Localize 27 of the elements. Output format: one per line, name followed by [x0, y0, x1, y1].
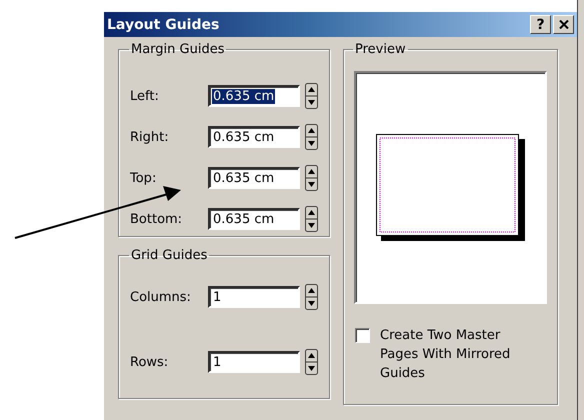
text-field[interactable]: 1 — [208, 351, 300, 373]
field-label: Rows: — [130, 354, 170, 370]
group-title: Margin Guides — [130, 42, 226, 57]
spinner-arrows-icon[interactable] — [305, 165, 318, 191]
spinner-arrows-icon[interactable] — [305, 83, 318, 109]
spinner-arrows-icon[interactable] — [305, 349, 318, 375]
group-title: Grid Guides — [130, 248, 208, 263]
field-label: Bottom: — [130, 212, 184, 226]
help-button[interactable]: ? — [530, 15, 551, 34]
window-title: Layout Guides — [107, 16, 220, 32]
close-button[interactable] — [553, 15, 574, 34]
text-field[interactable]: 0.635 cm — [208, 208, 300, 230]
field-label: Top: — [130, 170, 158, 186]
checkbox-label: Create Two Master Pages With Mirrored Guides — [380, 327, 512, 383]
checkbox[interactable] — [355, 328, 370, 343]
text-field[interactable]: 0.635 cm — [208, 167, 300, 189]
field-label: Columns: — [130, 290, 192, 304]
spinner-arrows-icon[interactable] — [305, 124, 318, 150]
close-icon — [558, 20, 568, 29]
group-title: Preview — [354, 42, 407, 57]
text-field[interactable]: 1 — [208, 286, 300, 308]
text-field[interactable]: 0.635 cm — [208, 85, 300, 107]
field-label: Left: — [130, 88, 160, 104]
spinner-arrows-icon[interactable] — [305, 284, 318, 310]
spinner-arrows-icon[interactable] — [305, 206, 318, 232]
text-field[interactable]: 0.635 cm — [208, 126, 300, 148]
field-label: Right: — [130, 130, 170, 144]
